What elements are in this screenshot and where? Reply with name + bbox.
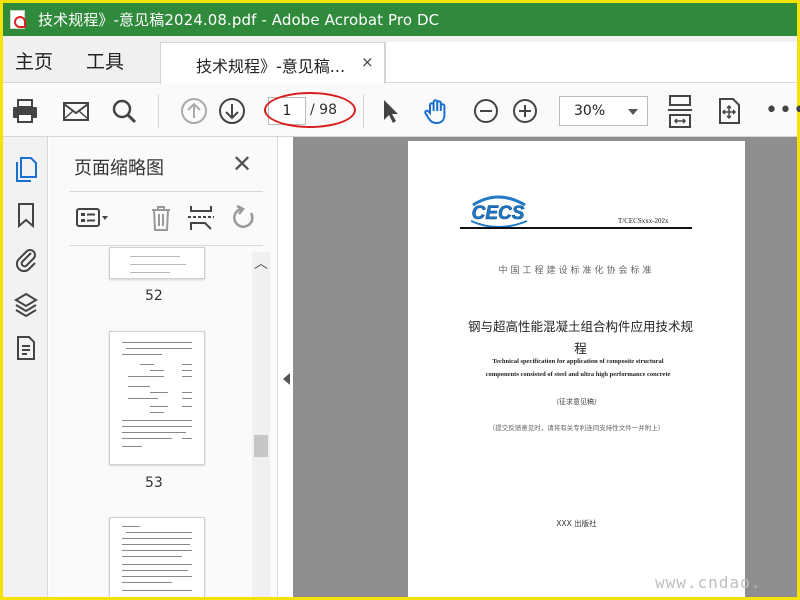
document-view[interactable]: CECS T/CECSxxx-202x 中国工程建设标准化协会标准 钢与超高性能… bbox=[293, 137, 797, 597]
page-options-icon[interactable] bbox=[75, 203, 109, 233]
pdf-document-icon bbox=[8, 9, 28, 31]
tab-row: 主页 工具 技术规程》-意见稿... × bbox=[3, 36, 797, 84]
toolbar: 1 / 98 30% ••• bbox=[3, 84, 800, 137]
scroll-thumb[interactable] bbox=[254, 435, 268, 457]
page-thumbnails-icon[interactable] bbox=[13, 155, 39, 183]
page-thumbnail[interactable] bbox=[109, 517, 205, 597]
hand-tool-icon[interactable] bbox=[422, 96, 452, 126]
standard-number: T/CECSxxx-202x bbox=[618, 217, 669, 225]
chevron-down-icon bbox=[628, 109, 638, 115]
tab-close-button[interactable]: × bbox=[361, 53, 374, 71]
rotate-icon[interactable] bbox=[227, 203, 261, 233]
search-icon[interactable] bbox=[109, 96, 139, 126]
logo-text: CECS bbox=[472, 203, 525, 224]
zoom-out-icon[interactable] bbox=[471, 96, 501, 126]
document-title-cn: 钢与超高性能混凝土组合构件应用技术规 程 bbox=[467, 319, 693, 356]
fit-page-icon[interactable] bbox=[714, 96, 744, 126]
window-title: 技术规程》-意见稿2024.08.pdf - Adobe Acrobat Pro… bbox=[38, 11, 440, 29]
header-rule bbox=[460, 227, 692, 229]
next-page-icon[interactable] bbox=[217, 96, 247, 126]
pdf-page: CECS T/CECSxxx-202x 中国工程建设标准化协会标准 钢与超高性能… bbox=[408, 141, 745, 597]
scroll-mode-icon[interactable] bbox=[665, 94, 695, 130]
delete-icon[interactable] bbox=[144, 203, 178, 233]
bookmark-icon[interactable] bbox=[13, 201, 39, 229]
nav-home[interactable]: 主页 bbox=[15, 47, 53, 74]
more-icon[interactable]: ••• bbox=[765, 98, 800, 123]
email-icon[interactable] bbox=[61, 96, 91, 126]
page-thumbnail[interactable] bbox=[109, 331, 205, 465]
document-tab[interactable]: 技术规程》-意见稿... × bbox=[160, 42, 385, 84]
cecs-logo: CECS bbox=[470, 195, 528, 228]
draft-label: （征求意见稿） bbox=[552, 398, 601, 406]
feedback-note: （提交反馈意见时，请将有关专利连同支持性文件一并附上） bbox=[488, 424, 665, 432]
page-number-label: 53 bbox=[145, 475, 163, 491]
publisher: XXX 出版社 bbox=[556, 519, 597, 528]
zoom-value: 30% bbox=[574, 103, 606, 119]
panel-title: 页面缩略图 bbox=[74, 158, 164, 179]
highlight-annotation bbox=[264, 92, 356, 128]
thumbnails-panel: 页面缩略图 ✕ 52 53 ︿ bbox=[49, 137, 278, 597]
nav-tools[interactable]: 工具 bbox=[86, 47, 124, 74]
association-name: 中国工程建设标准化协会标准 bbox=[498, 266, 655, 276]
document-tab-label: 技术规程》-意见稿... bbox=[196, 57, 346, 76]
left-rail bbox=[3, 137, 48, 597]
zoom-in-icon[interactable] bbox=[510, 96, 540, 126]
title-bar: 技术规程》-意见稿2024.08.pdf - Adobe Acrobat Pro… bbox=[3, 3, 797, 36]
page-number-label: 52 bbox=[145, 288, 163, 304]
tab-spacer bbox=[385, 42, 797, 83]
prev-page-icon[interactable] bbox=[179, 96, 209, 126]
page-thumbnail[interactable] bbox=[109, 247, 205, 279]
layers-icon[interactable] bbox=[13, 290, 39, 318]
zoom-select[interactable]: 30% bbox=[559, 96, 648, 126]
thumbnail-scrollbar[interactable] bbox=[252, 252, 270, 597]
close-icon[interactable]: ✕ bbox=[232, 150, 252, 178]
select-cursor-icon[interactable] bbox=[375, 96, 405, 126]
watermark: www.cndao. bbox=[655, 573, 762, 592]
insert-page-icon[interactable] bbox=[185, 203, 219, 233]
document-title-en: Technical specification for application … bbox=[485, 358, 671, 378]
collapse-panel-icon[interactable] bbox=[283, 373, 290, 385]
print-icon[interactable] bbox=[10, 96, 40, 126]
chevron-up-icon[interactable]: ︿ bbox=[254, 253, 268, 273]
document-icon[interactable] bbox=[13, 334, 39, 362]
attachment-icon[interactable] bbox=[13, 245, 39, 273]
